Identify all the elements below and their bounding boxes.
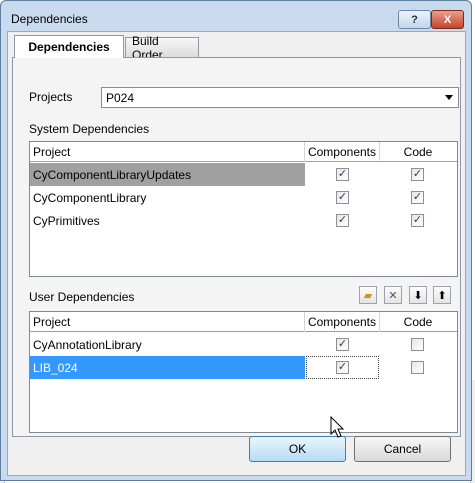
project-cell: CyPrimitives	[33, 213, 100, 228]
user-dependencies-label: User Dependencies	[29, 290, 135, 304]
project-cell: CyComponentLibrary	[33, 190, 147, 205]
title-bar: Dependencies ? X	[1, 1, 471, 31]
tab-build-order[interactable]: Build Order	[125, 34, 199, 62]
components-checkbox[interactable]: ✓	[336, 361, 349, 374]
column-components[interactable]: Components	[305, 312, 380, 332]
grid-header: Project Components Code	[30, 312, 457, 332]
components-checkbox[interactable]: ✓	[336, 338, 349, 351]
help-button[interactable]: ?	[398, 10, 431, 29]
components-checkbox[interactable]: ✓	[336, 214, 349, 227]
table-row[interactable]: LIB_024 ✓	[30, 356, 457, 379]
close-icon: X	[443, 13, 452, 26]
table-row[interactable]: CyComponentLibraryUpdates ✓ ✓	[30, 163, 457, 186]
code-checkbox[interactable]	[411, 338, 424, 351]
help-icon: ?	[411, 13, 418, 26]
mouse-cursor-icon	[330, 416, 345, 438]
folder-icon[interactable]: ▰	[359, 286, 377, 304]
remove-icon[interactable]: ✕	[384, 286, 402, 304]
column-components[interactable]: Components	[305, 142, 380, 162]
table-row[interactable]: CyPrimitives ✓ ✓	[30, 209, 457, 232]
projects-dropdown[interactable]: P024	[101, 87, 459, 108]
system-dependencies-label: System Dependencies	[29, 122, 150, 136]
project-cell: CyComponentLibraryUpdates	[30, 163, 305, 186]
move-down-icon[interactable]: ⬇	[409, 286, 427, 304]
column-code[interactable]: Code	[380, 142, 456, 162]
window-title: Dependencies	[11, 12, 88, 26]
code-checkbox[interactable]: ✓	[411, 191, 424, 204]
table-row[interactable]: CyAnnotationLibrary ✓	[30, 333, 457, 356]
chevron-down-icon	[445, 95, 453, 100]
components-checkbox[interactable]: ✓	[336, 168, 349, 181]
cancel-button[interactable]: Cancel	[354, 436, 451, 462]
projects-label: Projects	[29, 90, 73, 104]
components-checkbox[interactable]: ✓	[336, 191, 349, 204]
close-button[interactable]: X	[431, 10, 464, 29]
code-checkbox[interactable]: ✓	[411, 214, 424, 227]
column-project[interactable]: Project	[30, 312, 305, 332]
dependencies-dialog: Dependencies ? X Dependencies Build Orde…	[0, 0, 472, 481]
dialog-client: Dependencies Build Order Projects P024 S…	[7, 31, 466, 476]
project-cell: CyAnnotationLibrary	[33, 337, 142, 352]
project-cell: LIB_024	[30, 356, 305, 379]
table-row[interactable]: CyComponentLibrary ✓ ✓	[30, 186, 457, 209]
code-checkbox[interactable]	[411, 361, 424, 374]
code-checkbox[interactable]: ✓	[411, 168, 424, 181]
move-up-icon[interactable]: ⬆	[433, 286, 451, 304]
grid-header: Project Components Code	[30, 142, 457, 162]
column-project[interactable]: Project	[30, 142, 305, 162]
tab-dependencies[interactable]: Dependencies	[14, 35, 124, 58]
system-dependencies-grid: Project Components Code CyComponentLibra…	[29, 141, 458, 277]
user-dependencies-grid: Project Components Code CyAnnotationLibr…	[29, 311, 458, 433]
dependencies-panel: Projects P024 System Dependencies Projec…	[12, 57, 461, 437]
column-code[interactable]: Code	[380, 312, 456, 332]
